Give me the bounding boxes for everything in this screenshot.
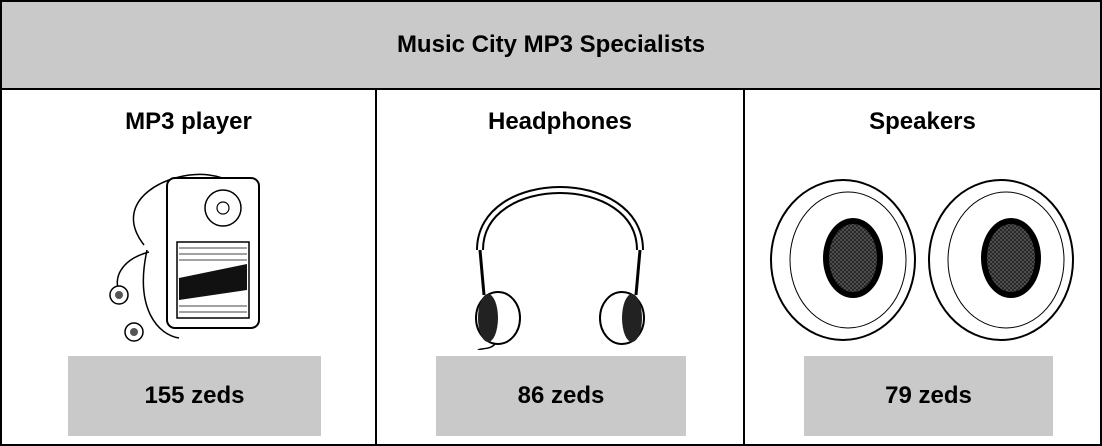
product-card-speakers: Speakers 79 zeds (745, 90, 1100, 444)
product-card-mp3-player: MP3 player 155 zeds (2, 90, 377, 444)
price-badge: 155 zeds (68, 356, 321, 436)
speakers-icon (745, 160, 1100, 350)
mp3-player-icon (2, 160, 375, 350)
price-badge: 79 zeds (804, 356, 1053, 436)
headphones-icon (377, 160, 743, 350)
product-name: MP3 player (125, 108, 252, 135)
product-name: Speakers (869, 108, 976, 135)
product-name: Headphones (487, 108, 633, 135)
product-table: Music City MP3 Specialists MP3 player 15… (0, 0, 1102, 446)
price-badge: 86 zeds (436, 356, 686, 436)
product-card-headphones: Headphones 86 zeds (377, 90, 745, 444)
page-title: Music City MP3 Specialists (2, 2, 1100, 90)
